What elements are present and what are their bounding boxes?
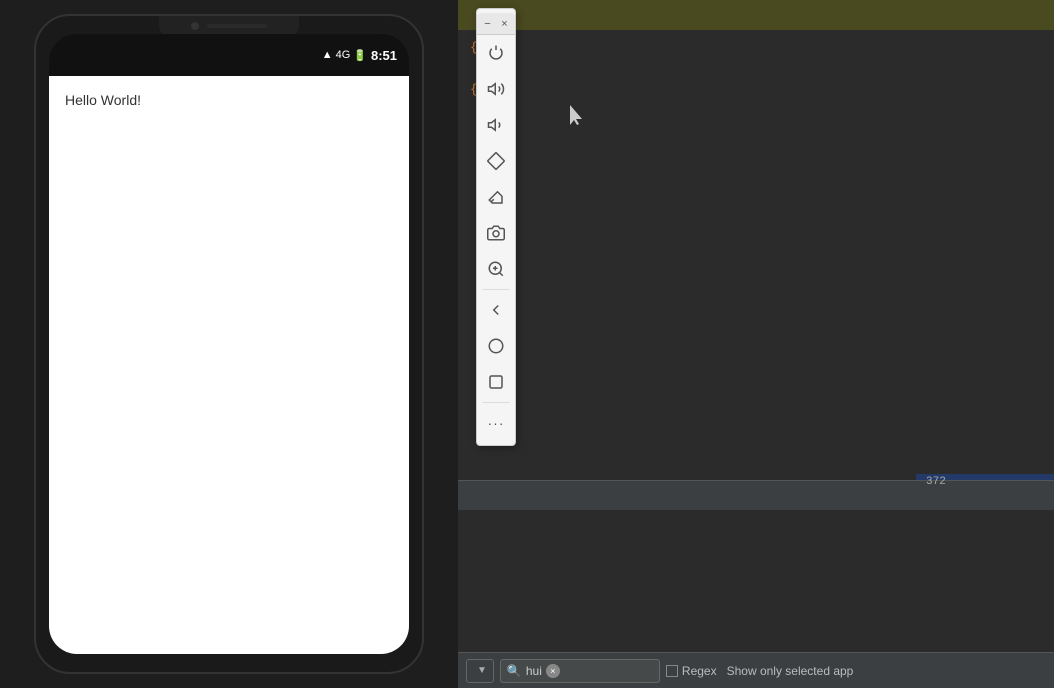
- back-button[interactable]: [478, 292, 514, 328]
- screenshot-button[interactable]: [478, 215, 514, 251]
- log-panel-header: [458, 480, 1054, 510]
- hello-world-label: Hello World!: [65, 92, 141, 108]
- log-panel: ▼ 🔍 hui × Regex Show only selected app: [458, 480, 1054, 688]
- home-button[interactable]: [478, 328, 514, 364]
- ide-header: [458, 0, 1054, 30]
- show-only-selected-app-button[interactable]: Show only selected app: [723, 664, 858, 678]
- volume-up-button[interactable]: [478, 71, 514, 107]
- log-content: [458, 510, 1054, 658]
- toolbar-title-bar: − ×: [477, 13, 515, 35]
- close-button[interactable]: ×: [498, 17, 511, 31]
- phone-camera: [191, 22, 199, 30]
- log-level-dropdown[interactable]: ▼: [466, 659, 494, 683]
- floating-toolbar: − ×: [476, 8, 516, 446]
- more-options-button[interactable]: ···: [478, 405, 514, 441]
- search-container: 🔍 hui ×: [500, 659, 660, 683]
- search-input-value[interactable]: hui: [526, 664, 542, 678]
- recents-button[interactable]: [478, 364, 514, 400]
- signal-icon: ▲: [322, 49, 333, 61]
- battery-icon: 🔋: [353, 49, 367, 62]
- phone-outer: ▲ 4G 🔋 8:51 Hello World!: [34, 14, 424, 674]
- toolbar-divider-1: [482, 289, 510, 290]
- phone-status-icons: ▲ 4G 🔋: [322, 49, 367, 62]
- phone-screen-container: ▲ 4G 🔋 8:51 Hello World!: [49, 34, 409, 654]
- phone-status-bar: ▲ 4G 🔋 8:51: [49, 34, 409, 76]
- ellipsis-icon: ···: [488, 415, 505, 431]
- volume-down-button[interactable]: [478, 107, 514, 143]
- editor-area: { { 372 ▼ 🔍 hui × Regex: [458, 0, 1054, 688]
- lte-icon: 4G: [336, 49, 351, 61]
- regex-checkbox[interactable]: [666, 665, 678, 677]
- regex-label: Regex: [682, 664, 717, 678]
- rotate-button[interactable]: [478, 143, 514, 179]
- power-button[interactable]: [478, 35, 514, 71]
- phone-content: Hello World!: [49, 76, 409, 654]
- toolbar-divider-2: [482, 402, 510, 403]
- line-number: 372: [926, 476, 946, 488]
- phone-speaker: [207, 24, 267, 28]
- phone-top-bar: [159, 16, 299, 36]
- search-icon: 🔍: [507, 664, 522, 678]
- phone-time: 8:51: [371, 48, 397, 63]
- phone-screen: Hello World!: [49, 76, 409, 654]
- eraser-button[interactable]: [478, 179, 514, 215]
- zoom-in-button[interactable]: [478, 251, 514, 287]
- minimize-button[interactable]: −: [481, 17, 494, 31]
- phone-area: ▲ 4G 🔋 8:51 Hello World!: [0, 0, 458, 688]
- chevron-down-icon: ▼: [477, 665, 487, 676]
- code-editor[interactable]: { {: [458, 30, 1054, 450]
- bottom-toolbar: ▼ 🔍 hui × Regex Show only selected app: [458, 652, 1054, 688]
- search-clear-button[interactable]: ×: [546, 664, 560, 678]
- regex-toggle[interactable]: Regex: [666, 664, 717, 678]
